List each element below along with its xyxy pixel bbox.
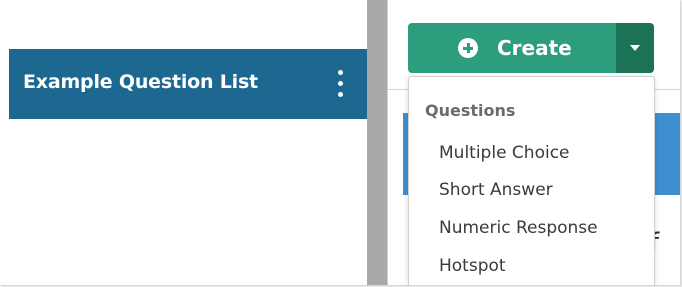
- plus-circle-icon: [458, 38, 478, 58]
- question-list-header: Example Question List: [9, 49, 367, 119]
- left-pane: Example Question List: [0, 0, 367, 285]
- create-button-label: Create: [497, 36, 572, 60]
- menu-item-numeric-response[interactable]: Numeric Response: [439, 218, 598, 238]
- right-pane: of Create Questions Multiple Choice Shor…: [388, 0, 680, 285]
- app-frame: Example Question List of Create Question…: [0, 0, 681, 286]
- menu-item-short-answer[interactable]: Short Answer: [439, 180, 553, 200]
- menu-item-multiple-choice[interactable]: Multiple Choice: [439, 143, 570, 163]
- caret-down-icon: [630, 45, 640, 51]
- create-dropdown-menu: Questions Multiple Choice Short Answer N…: [408, 76, 655, 285]
- create-dropdown-toggle[interactable]: [616, 23, 654, 73]
- question-list-title: Example Question List: [23, 71, 258, 93]
- dropdown-section-heading: Questions: [425, 101, 516, 120]
- pane-splitter[interactable]: [367, 0, 387, 285]
- create-button[interactable]: Create: [408, 23, 616, 73]
- kebab-vertical-icon[interactable]: [334, 70, 348, 98]
- menu-item-hotspot[interactable]: Hotspot: [439, 256, 506, 276]
- create-split-button: Create: [408, 23, 654, 73]
